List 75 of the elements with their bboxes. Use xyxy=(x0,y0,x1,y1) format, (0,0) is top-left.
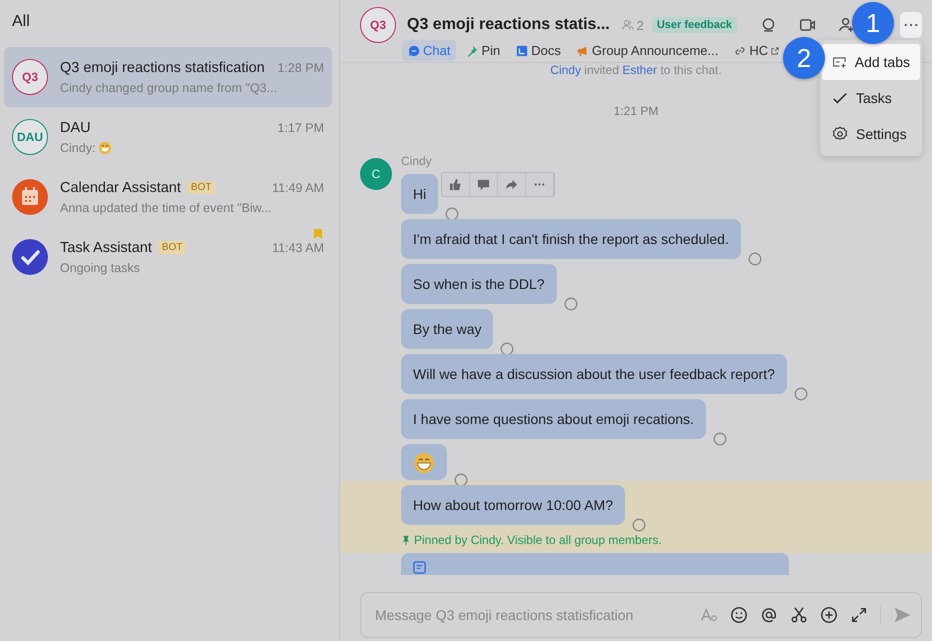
bot-tag: BOT xyxy=(186,181,216,194)
chat-name: DAU xyxy=(60,120,91,136)
read-status-icon xyxy=(454,473,468,487)
more-button[interactable] xyxy=(900,12,922,38)
chat-list-item[interactable]: Calendar Assistant BOT 11:49 AM Anna updated the time of event "Biw... xyxy=(4,167,332,227)
settings-icon xyxy=(832,126,848,142)
chat-list-item[interactable]: Q3 Q3 emoji reactions statisfication 1:28 PM Cindy changed group name from "Q3... xyxy=(4,47,332,107)
document-icon xyxy=(516,44,528,56)
read-status-icon xyxy=(632,518,646,532)
expand-icon[interactable] xyxy=(850,606,868,624)
add-member-icon[interactable] xyxy=(838,15,855,35)
chat-list-item[interactable]: DAU DAU 1:17 PM Cindy: xyxy=(4,107,332,167)
read-status-icon xyxy=(794,387,808,401)
time-divider: 1:21 PM xyxy=(614,104,658,118)
group-avatar: Q3 xyxy=(360,7,396,43)
group-avatar: DAU xyxy=(12,119,48,155)
step-number-badge: 1 xyxy=(852,2,894,44)
emoji-icon[interactable] xyxy=(730,606,748,624)
menu-item[interactable]: Settings xyxy=(822,116,920,152)
chat-list-item[interactable]: Task Assistant BOT 11:43 AM Ongoing tasks xyxy=(4,227,332,287)
chat-tab[interactable]: Docs xyxy=(510,40,567,61)
chat-tab[interactable]: Pin xyxy=(460,40,506,61)
read-status-icon xyxy=(712,432,727,446)
message-bubble: Hi xyxy=(401,174,438,214)
megaphone-icon xyxy=(576,44,589,56)
message-bubble: By the way xyxy=(401,309,494,349)
message-preview: Cindy changed group name from "Q3... xyxy=(60,80,278,94)
chat-tab[interactable]: Group Announceme... xyxy=(570,40,724,61)
plus-icon[interactable] xyxy=(820,606,838,624)
pin-icon xyxy=(466,44,478,56)
step-number-badge: 2 xyxy=(783,37,825,79)
chat-title: Q3 emoji reactions statis... xyxy=(407,16,610,34)
message-bubble: How about tomorrow 10:00 AM? xyxy=(401,485,625,525)
message-bubble: I have some questions about emoji recations. xyxy=(401,399,706,439)
chat-tab[interactable]: HC xyxy=(728,40,786,61)
read-status-icon xyxy=(445,207,460,221)
pin-icon xyxy=(401,535,411,545)
message-bubble: Will we have a discussion about the user feedback report? xyxy=(401,354,787,394)
chat-time: 11:49 AM xyxy=(272,180,324,194)
menu-item[interactable]: Add tabs xyxy=(822,44,920,80)
checkmark-icon xyxy=(832,90,848,106)
read-status-icon xyxy=(500,342,514,356)
members-icon xyxy=(622,18,634,32)
menu-item[interactable]: Tasks xyxy=(822,80,920,116)
chat-time: 1:28 PM xyxy=(277,60,324,74)
message-bubble: I'm afraid that I can't finish the report as scheduled. xyxy=(401,219,741,259)
chat-time: 11:43 AM xyxy=(272,240,324,254)
sender-name: Cindy xyxy=(401,154,432,168)
read-status-icon xyxy=(748,252,762,266)
more-icon xyxy=(904,23,918,27)
message-preview: Cindy: xyxy=(60,140,96,154)
message-bubble: So when is the DDL? xyxy=(401,264,557,304)
chat-bubble-icon xyxy=(408,44,420,56)
read-status-icon xyxy=(564,297,578,311)
system-notice: Cindy invited Esther to this chat. xyxy=(549,63,723,77)
list-title: All xyxy=(11,12,31,32)
message-preview: Ongoing tasks xyxy=(60,260,140,274)
chat-name: Task Assistant xyxy=(60,240,152,256)
grin-face-icon xyxy=(413,452,435,474)
message-preview: Anna updated the time of event "Biw... xyxy=(60,200,272,214)
link-icon xyxy=(734,44,746,56)
scissors-icon[interactable] xyxy=(790,606,808,624)
document-icon xyxy=(413,561,426,574)
bot-tag: BOT xyxy=(158,241,186,254)
external-link-icon xyxy=(771,46,780,54)
mention-icon[interactable] xyxy=(760,606,778,624)
group-avatar: Q3 xyxy=(12,59,48,95)
user-avatar: C xyxy=(360,158,392,190)
group-tag: User feedback xyxy=(652,17,738,33)
chat-name: Q3 emoji reactions statisfication xyxy=(60,60,265,76)
chat-name: Calendar Assistant xyxy=(60,180,181,196)
message-input[interactable]: Message Q3 emoji reactions statisfication xyxy=(373,606,688,624)
pin-note: Pinned by Cindy. Visible to all group members. xyxy=(414,533,662,547)
chat-time: 1:17 PM xyxy=(277,120,324,134)
member-count: 2 xyxy=(636,18,644,32)
